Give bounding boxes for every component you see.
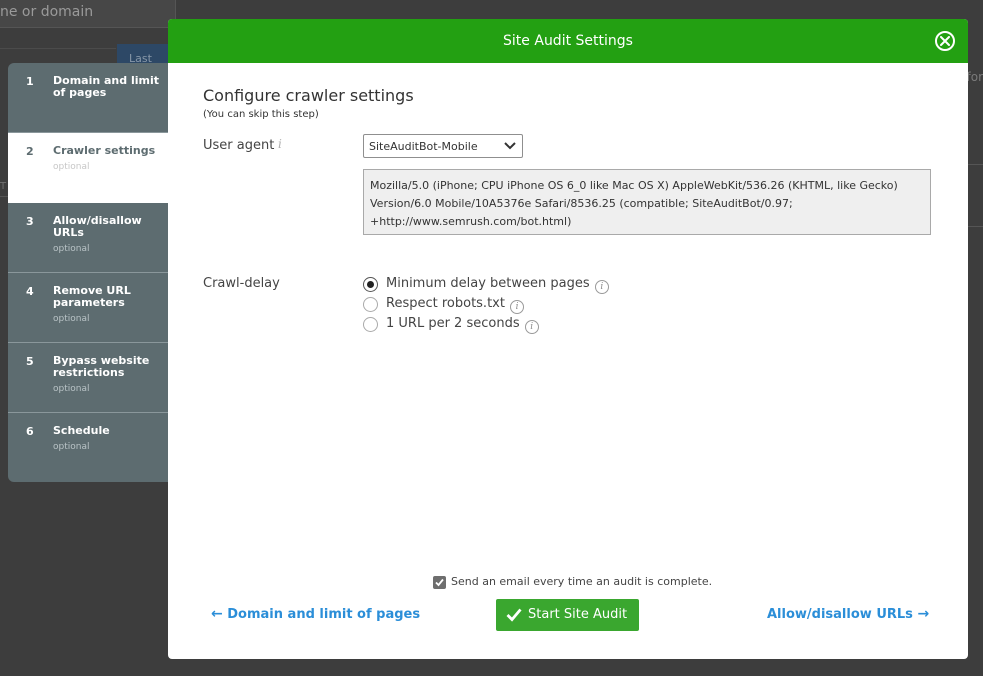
crawl-delay-option-label[interactable]: Respect robots.txt i [386,296,525,314]
radio-button[interactable] [363,317,378,332]
step-optional-label: optional [53,314,90,324]
step-allow-disallow-urls[interactable]: 3 Allow/disallow URLs optional [8,203,168,273]
step-number: 5 [26,355,34,368]
step-crawler-settings[interactable]: 2 Crawler settings optional [8,133,168,203]
settings-steps-sidebar: 1 Domain and limit of pages 2 Crawler se… [8,63,174,482]
step-title: Bypass website restrictions [53,354,150,379]
crawl-delay-label: Crawl-delay [203,276,280,291]
step-number: 2 [26,145,34,158]
background-rule [968,226,983,227]
radio-button[interactable] [363,297,378,312]
step-title: Domain and limit of pages [53,74,159,99]
background-search-placeholder: ne or domain [0,4,94,20]
info-icon[interactable]: i [278,137,282,151]
step-number: 3 [26,215,34,228]
start-site-audit-button[interactable]: Start Site Audit [496,599,639,631]
step-number: 4 [26,285,34,298]
background-text-fragment-right: for [966,70,983,84]
checkmark-icon [435,578,444,587]
crawl-delay-option-text: Respect robots.txt [386,296,505,311]
arrow-left-icon: ← [211,606,223,622]
close-icon[interactable] [935,31,955,51]
background-divider [0,48,116,49]
arrow-right-icon: → [917,606,930,622]
crawl-delay-option-label[interactable]: Minimum delay between pages i [386,276,609,294]
modal-header: Site Audit Settings [168,19,968,63]
back-to-domain-link[interactable]: ← Domain and limit of pages [211,606,420,622]
user-agent-selected-value: SiteAuditBot-Mobile [369,140,478,153]
section-subheading: (You can skip this step) [203,109,319,120]
step-optional-label: optional [53,384,90,394]
crawl-delay-option-label[interactable]: 1 URL per 2 seconds i [386,316,539,334]
step-bypass-website-restrictions[interactable]: 5 Bypass website restrictions optional [8,343,168,413]
step-optional-label: optional [53,162,90,172]
checkmark-icon [506,608,522,622]
step-domain-and-limit[interactable]: 1 Domain and limit of pages [8,63,168,133]
step-title: Allow/disallow URLs [53,214,142,239]
background-text-fragment-left: T [0,181,7,192]
user-agent-string-line: Version/6.0 Mobile/10A5376e Safari/8536.… [370,197,793,210]
start-button-label: Start Site Audit [528,607,628,622]
radio-button[interactable] [363,277,378,292]
background-rule [968,164,983,165]
info-icon[interactable]: i [524,320,539,334]
email-checkbox[interactable] [433,576,446,589]
site-audit-settings-modal: Site Audit Settings Configure crawler se… [168,19,968,659]
background-search-input: ne or domain [0,0,176,28]
chevron-down-icon [504,142,516,150]
crawl-delay-option-text: Minimum delay between pages [386,276,590,291]
back-link-label: Domain and limit of pages [227,607,421,622]
info-icon[interactable]: i [594,280,609,294]
user-agent-string-line: Mozilla/5.0 (iPhone; CPU iPhone OS 6_0 l… [370,179,898,192]
crawl-delay-option-text: 1 URL per 2 seconds [386,316,520,331]
step-title: Crawler settings [53,144,156,157]
info-icon[interactable]: i [510,300,525,314]
next-link-label: Allow/disallow URLs [767,607,913,622]
modal-title: Site Audit Settings [503,33,633,49]
email-checkbox-label: Send an email every time an audit is com… [451,575,713,588]
user-agent-label: User agent [203,138,275,153]
step-title: Schedule [53,424,110,437]
background-rule [0,196,8,197]
step-schedule[interactable]: 6 Schedule optional [8,413,168,482]
user-agent-string-line: +http://www.semrush.com/bot.html) [370,215,572,228]
step-number: 6 [26,425,34,438]
step-optional-label: optional [53,244,90,254]
step-remove-url-parameters[interactable]: 4 Remove URL parameters optional [8,273,168,343]
step-title: Remove URL parameters [53,284,131,309]
next-allow-disallow-link[interactable]: Allow/disallow URLs → [767,606,929,622]
section-heading: Configure crawler settings [203,86,414,105]
step-optional-label: optional [53,442,90,452]
step-number: 1 [26,75,34,88]
user-agent-select[interactable]: SiteAuditBot-Mobile [363,134,523,158]
user-agent-string-box: Mozilla/5.0 (iPhone; CPU iPhone OS 6_0 l… [363,169,931,235]
